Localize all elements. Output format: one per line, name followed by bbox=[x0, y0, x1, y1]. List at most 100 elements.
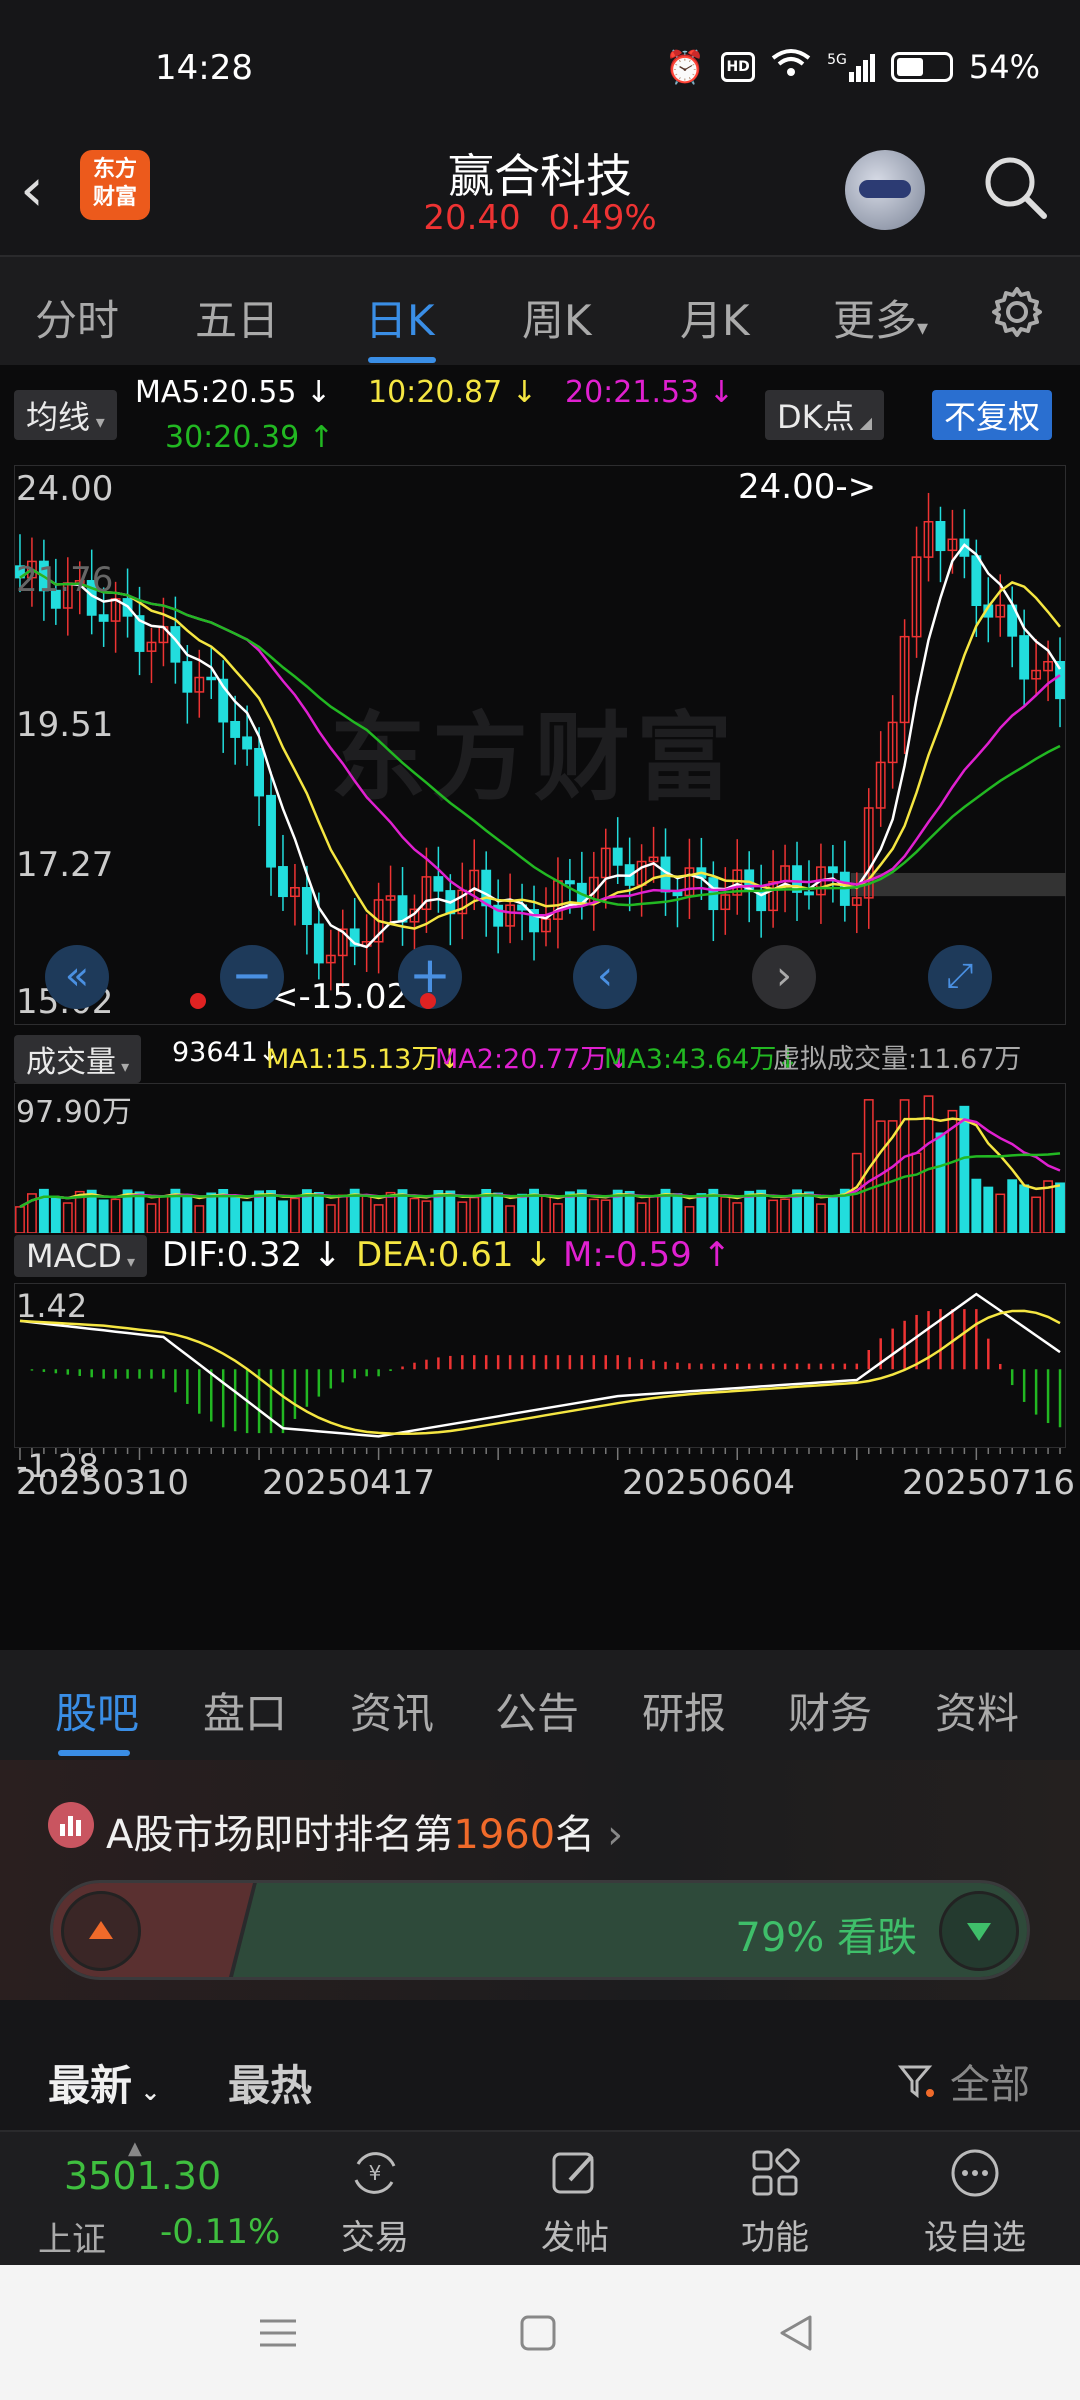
nav-post[interactable]: 发帖 bbox=[510, 2144, 640, 2259]
tab-ziliao[interactable]: 资料 bbox=[935, 1680, 1019, 1741]
tab-caiwu[interactable]: 财务 bbox=[788, 1680, 872, 1741]
menu-icon[interactable] bbox=[258, 2313, 298, 2353]
volume-bar bbox=[242, 1201, 253, 1233]
event-dot[interactable] bbox=[190, 993, 206, 1009]
volume-bar bbox=[983, 1186, 994, 1233]
tab-guba[interactable]: 股吧 bbox=[55, 1680, 139, 1741]
nav-trade[interactable]: ¥ 交易 bbox=[310, 2144, 440, 2259]
nav-add-watchlist[interactable]: 设自选 bbox=[910, 2144, 1040, 2259]
vol-max-label: 97.90万 bbox=[16, 1095, 132, 1130]
search-icon[interactable] bbox=[978, 150, 1050, 222]
index-value[interactable]: 3501.30 bbox=[64, 2154, 221, 2198]
sentiment-bar[interactable]: 79% 看跌 bbox=[50, 1880, 1030, 1980]
volume-bar bbox=[158, 1195, 169, 1233]
volume-bar bbox=[911, 1152, 922, 1233]
index-name[interactable]: 上证 bbox=[38, 2212, 106, 2261]
volume-bar bbox=[768, 1199, 779, 1233]
event-dot[interactable] bbox=[420, 993, 436, 1009]
candle-body bbox=[313, 923, 324, 964]
app-logo[interactable]: 东方 财富 bbox=[80, 150, 150, 220]
volume-bar bbox=[278, 1200, 288, 1233]
macd-m: M:-0.59 ↑ bbox=[563, 1235, 732, 1275]
vote-up-button[interactable] bbox=[61, 1891, 141, 1971]
volume-bar bbox=[552, 1203, 563, 1233]
macd-plot bbox=[19, 1292, 1062, 1438]
battery-percent: 54% bbox=[968, 48, 1040, 86]
tab-pankou[interactable]: 盘口 bbox=[203, 1680, 287, 1741]
candle-body bbox=[804, 891, 814, 896]
volume-bar bbox=[493, 1192, 504, 1233]
macd-max-label: 1.42 bbox=[16, 1287, 88, 1325]
tab-yanbao[interactable]: 研报 bbox=[642, 1680, 726, 1741]
info-tabs: 股吧 盘口 资讯 公告 研报 财务 资料 bbox=[0, 1650, 1080, 1760]
ma-selector[interactable]: 均线 ▾ bbox=[14, 390, 117, 440]
zoom-out-icon[interactable]: − bbox=[220, 945, 284, 1009]
candle-body bbox=[971, 555, 982, 607]
candlestick-plot bbox=[15, 492, 1066, 991]
tab-yuek[interactable]: 月K bbox=[680, 287, 750, 348]
volume-bar bbox=[98, 1199, 109, 1233]
volume-bar bbox=[457, 1201, 468, 1233]
back-nav-icon[interactable] bbox=[776, 2313, 816, 2353]
tab-gonggao[interactable]: 公告 bbox=[495, 1680, 579, 1741]
candle-body bbox=[672, 890, 683, 897]
vote-down-button[interactable] bbox=[939, 1891, 1019, 1971]
volume-bar bbox=[732, 1202, 743, 1233]
tab-zixun[interactable]: 资讯 bbox=[350, 1680, 434, 1741]
signal-icon: 5G bbox=[827, 52, 875, 82]
volume-bar bbox=[600, 1199, 611, 1233]
rank-text[interactable]: A股市场即时排名第1960名 › bbox=[106, 1802, 623, 1860]
volume-bar bbox=[971, 1178, 982, 1233]
home-icon[interactable] bbox=[518, 2313, 558, 2353]
volume-bar bbox=[385, 1191, 396, 1233]
ma10-legend: 10:20.87 ↓ bbox=[368, 375, 537, 410]
tab-more[interactable]: 更多▾ bbox=[833, 287, 928, 348]
volume-ma-line bbox=[19, 1117, 1061, 1208]
candle-body bbox=[827, 866, 838, 874]
macd-dif: DIF:0.32 ↓ bbox=[162, 1235, 342, 1275]
volume-bar bbox=[756, 1189, 767, 1233]
volume-bar bbox=[206, 1192, 217, 1233]
status-time: 14:28 bbox=[155, 48, 253, 88]
step-left-icon[interactable]: ‹ bbox=[573, 945, 637, 1009]
step-right-icon[interactable]: › bbox=[752, 945, 816, 1009]
fullscreen-icon[interactable]: ⤢ bbox=[928, 945, 992, 1009]
tab-wuri[interactable]: 五日 bbox=[195, 287, 279, 348]
nav-function[interactable]: 功能 bbox=[710, 2144, 840, 2259]
y-label-1727: 17.27 bbox=[16, 845, 114, 885]
volume-bar bbox=[1055, 1182, 1065, 1233]
scroll-left-fast-icon[interactable]: « bbox=[45, 945, 109, 1009]
volume-bar bbox=[744, 1190, 755, 1233]
adjust-button[interactable]: 不复权 bbox=[932, 390, 1053, 440]
tab-fenshi[interactable]: 分时 bbox=[35, 287, 119, 348]
candle-body bbox=[278, 866, 288, 898]
dk-point-button[interactable]: DK点 ◢ bbox=[765, 390, 885, 440]
candle-body bbox=[182, 661, 193, 693]
macd-selector[interactable]: MACD ▾ bbox=[14, 1235, 148, 1277]
tab-rik[interactable]: 日K bbox=[365, 287, 435, 348]
volume-bar bbox=[1031, 1196, 1042, 1233]
volume-bar bbox=[720, 1196, 731, 1233]
volume-selector[interactable]: 成交量 ▾ bbox=[14, 1035, 142, 1083]
candle-body bbox=[433, 876, 444, 892]
sort-hot[interactable]: 最热 bbox=[228, 2052, 312, 2113]
tab-zhouk[interactable]: 周K bbox=[522, 287, 592, 348]
volume-bar bbox=[696, 1193, 707, 1233]
filter-all[interactable]: 全部 bbox=[897, 2052, 1030, 2110]
assistant-robot-icon[interactable] bbox=[845, 150, 925, 230]
gear-icon[interactable] bbox=[990, 285, 1044, 339]
candle-body bbox=[230, 720, 241, 738]
status-bar: 14:28 ⏰ HD 5G 54% bbox=[0, 0, 1080, 130]
stock-name[interactable]: 赢合科技 bbox=[340, 140, 740, 206]
back-icon[interactable]: ‹ bbox=[20, 160, 70, 220]
candle-body bbox=[481, 869, 492, 907]
volume-bar bbox=[648, 1196, 659, 1233]
y-label-2176: 21.76 bbox=[16, 560, 114, 600]
kline-chart[interactable]: 均线 ▾ MA5:20.55 ↓ 10:20.87 ↓ 20:21.53 ↓ 3… bbox=[0, 365, 1080, 1650]
stock-price: 20.40 bbox=[423, 198, 521, 238]
vol-ma1: MA1:15.13万↓ bbox=[266, 1044, 461, 1075]
status-icons: ⏰ HD 5G 54% bbox=[665, 48, 1040, 86]
index-change[interactable]: -0.11% bbox=[160, 2212, 280, 2252]
more-dots-icon bbox=[951, 2149, 999, 2197]
sort-latest[interactable]: 最新 ⌄ bbox=[48, 2052, 160, 2113]
